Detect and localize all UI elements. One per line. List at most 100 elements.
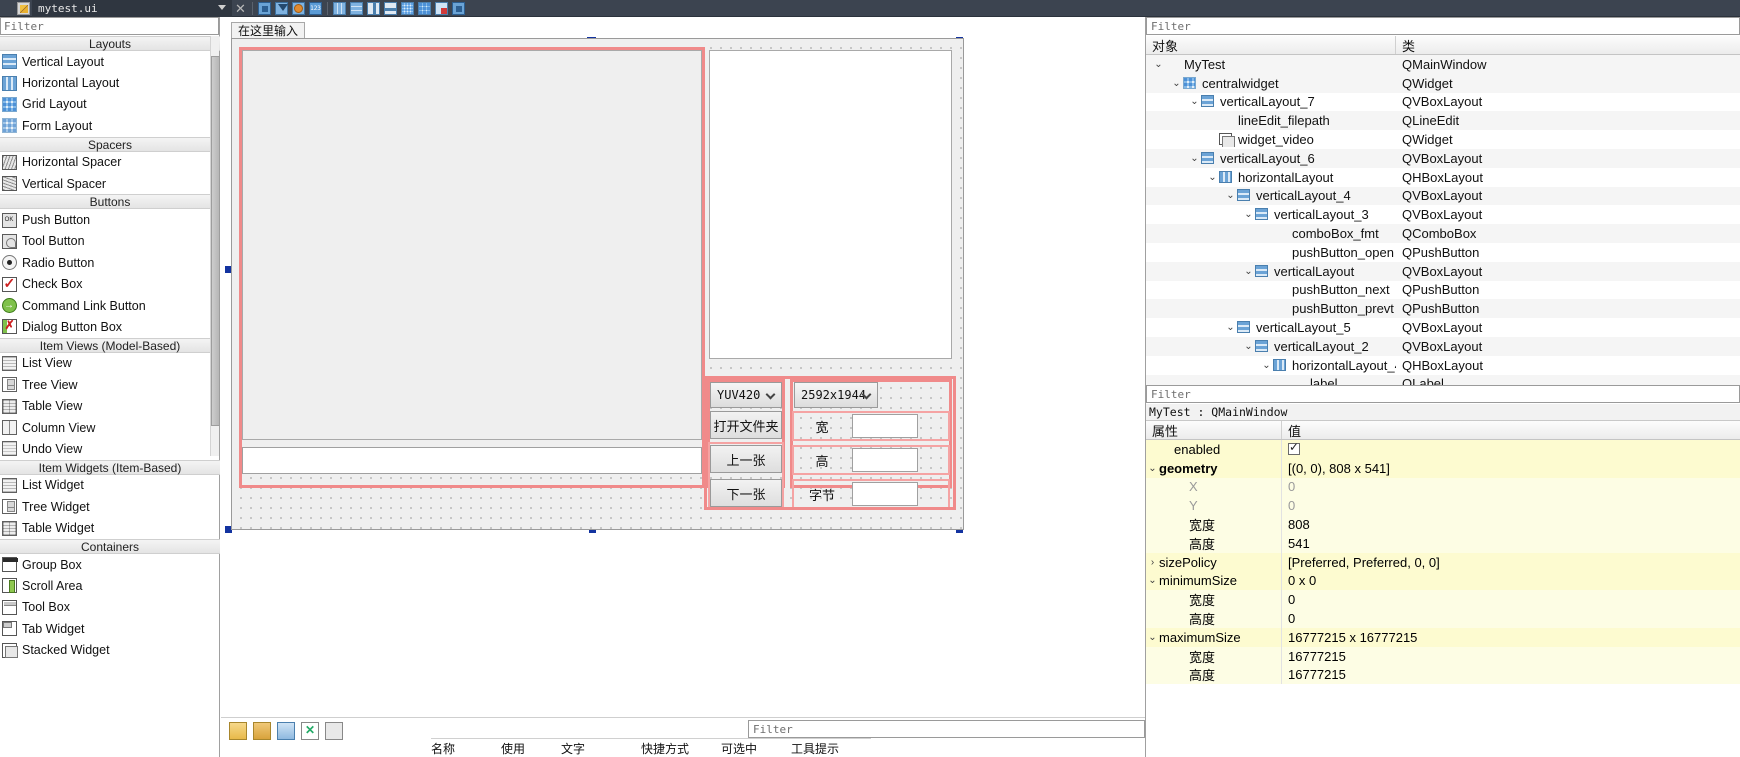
- menubar-placeholder[interactable]: 在这里输入: [231, 22, 306, 39]
- close-icon[interactable]: ✕: [233, 1, 248, 16]
- chevron-down-icon[interactable]: ⌄: [1242, 209, 1255, 220]
- action-column-header[interactable]: 可选中: [721, 738, 791, 757]
- adjust-size-icon[interactable]: [451, 1, 466, 16]
- object-tree-row[interactable]: ⌄ verticalLayout_6 QVBoxLayout: [1146, 148, 1740, 168]
- widget-box-item[interactable]: Form Layout: [0, 115, 220, 136]
- property-value-cell[interactable]: 541: [1282, 533, 1740, 553]
- column-header-property[interactable]: 属性: [1146, 421, 1282, 439]
- widget-box-item[interactable]: List Widget: [0, 475, 220, 496]
- object-tree-row[interactable]: pushButton_next QPushButton: [1146, 281, 1740, 300]
- preview-panel[interactable]: [709, 50, 952, 359]
- widget-box-item[interactable]: Vertical Spacer: [0, 173, 220, 194]
- widget-category-header[interactable]: Spacers: [0, 136, 220, 152]
- action-column-header[interactable]: 名称: [431, 738, 501, 757]
- open-folder-icon[interactable]: [253, 722, 271, 740]
- property-value-cell[interactable]: [1282, 440, 1740, 459]
- file-selector-combo[interactable]: mytest.ui: [32, 0, 232, 17]
- property-value-cell[interactable]: 0: [1282, 609, 1740, 628]
- widget-box-item[interactable]: Group Box: [0, 554, 220, 575]
- property-value-cell[interactable]: 0: [1282, 496, 1740, 516]
- widget-category-header[interactable]: Layouts: [0, 36, 220, 51]
- chevron-down-icon[interactable]: ⌄: [1242, 341, 1255, 352]
- property-row[interactable]: 高度 541: [1146, 533, 1740, 553]
- property-value-cell[interactable]: [Preferred, Preferred, 0, 0]: [1282, 552, 1740, 572]
- widget-box-item[interactable]: Horizontal Spacer: [0, 152, 220, 173]
- chevron-down-icon[interactable]: ⌄: [1260, 360, 1273, 371]
- widget-box-item[interactable]: Undo View: [0, 438, 220, 459]
- layout-vertically-icon[interactable]: [349, 1, 364, 16]
- chevron-down-icon[interactable]: ⌄: [1146, 575, 1159, 586]
- property-editor-filter[interactable]: Filter: [1146, 385, 1740, 403]
- edit-widgets-icon[interactable]: [257, 1, 272, 16]
- property-value-cell[interactable]: 16777215: [1282, 665, 1740, 685]
- property-row[interactable]: 宽度 0: [1146, 590, 1740, 610]
- widget-box-item[interactable]: Tool Box: [0, 597, 220, 618]
- widget-category-header[interactable]: Item Views (Model-Based): [0, 337, 220, 353]
- column-header-class[interactable]: 类: [1396, 36, 1740, 54]
- property-row[interactable]: 宽度 808: [1146, 515, 1740, 534]
- column-header-object[interactable]: 对象: [1146, 36, 1396, 54]
- widget-box-item[interactable]: OK Push Button: [0, 209, 220, 230]
- widget-box-item[interactable]: Check Box: [0, 274, 220, 295]
- object-tree-row[interactable]: ⌄ MyTest QMainWindow: [1146, 55, 1740, 74]
- widget-box-filter[interactable]: Filter: [0, 17, 219, 35]
- property-row[interactable]: enabled: [1146, 440, 1740, 459]
- settings-wrench-icon[interactable]: [325, 722, 343, 740]
- object-tree-row[interactable]: ⌄ verticalLayout_7 QVBoxLayout: [1146, 93, 1740, 112]
- widget-box-item[interactable]: Scroll Area: [0, 575, 220, 596]
- property-row[interactable]: 高度 16777215: [1146, 665, 1740, 685]
- action-column-header[interactable]: 工具提示: [791, 738, 871, 757]
- edit-resource-icon[interactable]: [277, 722, 295, 740]
- chevron-down-icon[interactable]: ⌄: [1224, 190, 1237, 201]
- property-row[interactable]: ⌄ minimumSize 0 x 0: [1146, 571, 1740, 591]
- layout-splitter-horizontal-icon[interactable]: [366, 1, 381, 16]
- lineEdit-filepath[interactable]: [242, 447, 702, 474]
- widget-box-item[interactable]: Tool Button: [0, 231, 220, 252]
- widget-box-item[interactable]: → Command Link Button: [0, 295, 220, 316]
- chevron-down-icon[interactable]: ⌄: [1170, 78, 1183, 89]
- object-tree-row[interactable]: ⌄ verticalLayout QVBoxLayout: [1146, 261, 1740, 281]
- object-tree-row[interactable]: ⌄ horizontalLayout QHBoxLayout: [1146, 168, 1740, 187]
- property-row[interactable]: X0: [1146, 477, 1740, 497]
- property-value-cell[interactable]: 0: [1282, 477, 1740, 497]
- property-value-cell[interactable]: 808: [1282, 515, 1740, 534]
- chevron-down-icon[interactable]: ⌄: [1206, 172, 1219, 183]
- object-tree-row[interactable]: pushButton_open QPushButton: [1146, 243, 1740, 262]
- widget-box-item[interactable]: Tree View: [0, 374, 220, 395]
- action-column-header[interactable]: 文字: [561, 738, 641, 757]
- property-value-cell[interactable]: 16777215 x 16777215: [1282, 627, 1740, 647]
- widget-box-item[interactable]: Horizontal Layout: [0, 72, 220, 93]
- widget-box-item[interactable]: Stacked Widget: [0, 639, 220, 660]
- chevron-right-icon[interactable]: ›: [1146, 557, 1159, 568]
- widget-box-item[interactable]: Dialog Button Box: [0, 316, 220, 337]
- chevron-down-icon[interactable]: ⌄: [1152, 59, 1165, 70]
- property-value-cell[interactable]: [(0, 0), 808 x 541]: [1282, 458, 1740, 478]
- widget-category-header[interactable]: Containers: [0, 538, 220, 554]
- chevron-down-icon[interactable]: ⌄: [1146, 463, 1159, 474]
- property-row[interactable]: › sizePolicy [Preferred, Preferred, 0, 0]: [1146, 552, 1740, 572]
- widget-category-header[interactable]: Buttons: [0, 194, 220, 210]
- widget-box-item[interactable]: Grid Layout: [0, 94, 220, 115]
- action-column-header[interactable]: 快捷方式: [641, 738, 721, 757]
- property-row[interactable]: 高度 0: [1146, 609, 1740, 628]
- property-value-cell[interactable]: 0: [1282, 590, 1740, 610]
- layout-horizontally-icon[interactable]: [332, 1, 347, 16]
- edit-signals-icon[interactable]: [274, 1, 289, 16]
- scrollbar-thumb[interactable]: [211, 56, 220, 426]
- break-layout-icon[interactable]: [434, 1, 449, 16]
- widget-box-item[interactable]: Tree Widget: [0, 496, 220, 517]
- chevron-down-icon[interactable]: ⌄: [1188, 96, 1201, 107]
- layout-splitter-vertical-icon[interactable]: [383, 1, 398, 16]
- property-row[interactable]: Y0: [1146, 496, 1740, 516]
- object-tree-row[interactable]: widget_video QWidget: [1146, 130, 1740, 149]
- widget-box-item[interactable]: Column View: [0, 417, 220, 438]
- enabled-checkbox[interactable]: [1288, 440, 1300, 456]
- object-tree-row[interactable]: ⌄ verticalLayout_3 QVBoxLayout: [1146, 205, 1740, 224]
- property-row[interactable]: ⌄ maximumSize 16777215 x 16777215: [1146, 627, 1740, 647]
- action-editor-filter[interactable]: Filter: [748, 720, 1145, 738]
- widget-box-item[interactable]: List View: [0, 353, 220, 374]
- layout-form-icon[interactable]: [400, 1, 415, 16]
- new-resource-icon[interactable]: [229, 722, 247, 740]
- object-tree-row[interactable]: ⌄ verticalLayout_5 QVBoxLayout: [1146, 318, 1740, 337]
- widget-box-item[interactable]: Table Widget: [0, 517, 220, 538]
